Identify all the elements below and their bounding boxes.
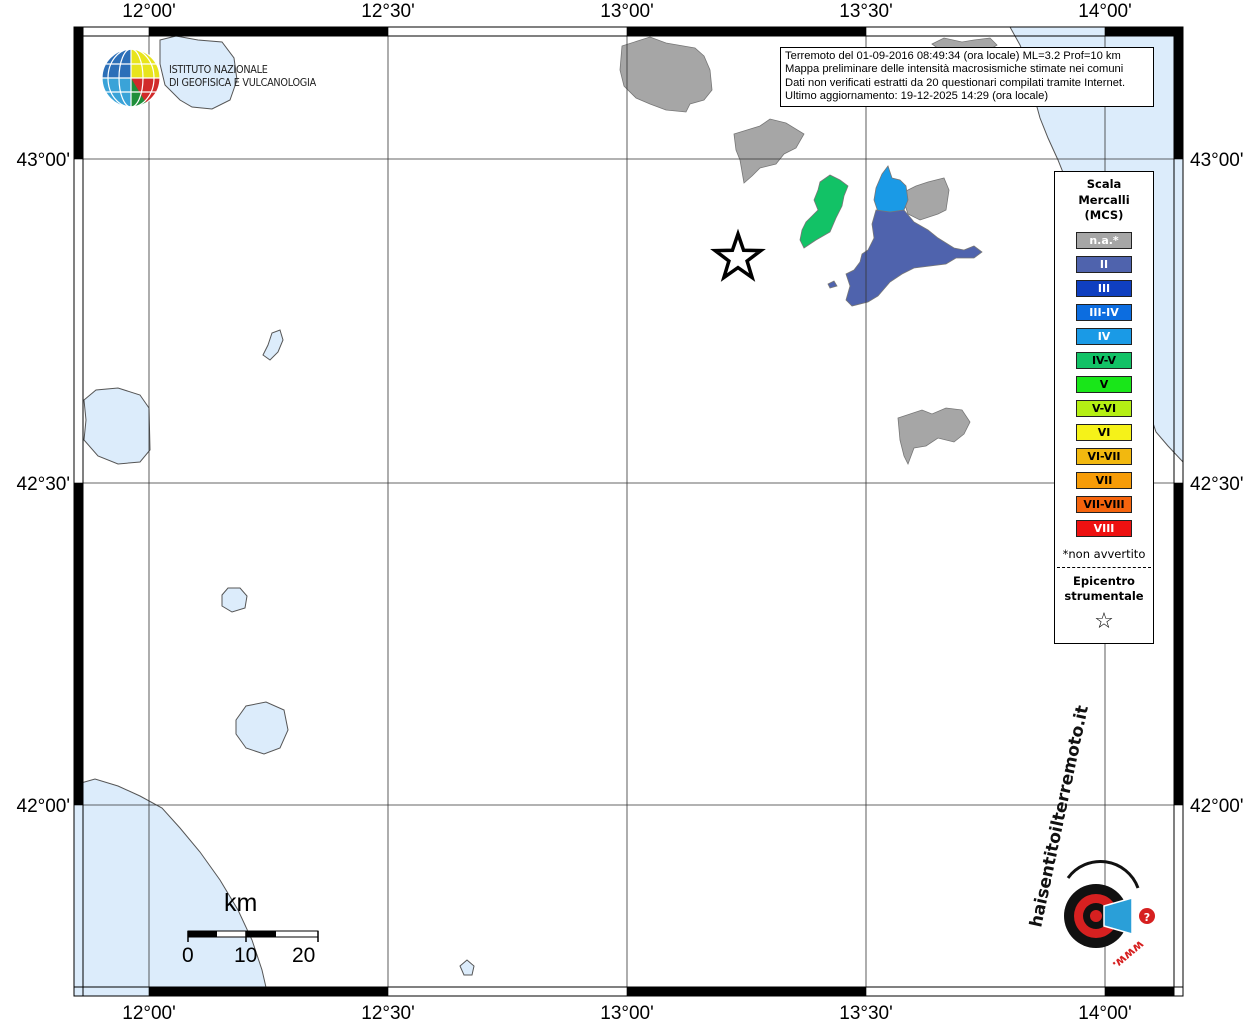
lat-labels-left: 43°00' 42°30' 42°00' [17,150,71,817]
scale-label-20: 20 [292,944,316,967]
info-line-1: Terremoto del 01-09-2016 08:49:34 (ora l… [785,50,1121,62]
legend-epicenter-line-1: Epicentro [1073,573,1135,588]
lon-label-top-3: 13°00' [600,1,654,22]
ingv-logo-text: ISTITUTO NAZIONALE DI GEOFISICA E VULCAN… [169,64,316,90]
legend-title-line-1: Scala [1086,177,1122,191]
map-area [74,27,1183,996]
lake-small-2 [221,587,248,613]
lon-label-bottom-5: 14°00' [1078,1003,1132,1024]
legend-separator [1057,566,1151,568]
legend-swatch: VII [1076,471,1132,489]
mcs-legend: Scala Mercalli (MCS) n.a.* II III III-IV IV I… [1054,171,1154,644]
lat-label-left-3: 42°00' [17,796,71,817]
lon-label-bottom-3: 13°00' [600,1003,654,1024]
legend-swatch: IV [1076,327,1132,345]
scale-label-0: 0 [182,944,194,967]
legend-swatch: V [1076,375,1132,393]
ingv-line-2: DI GEOFISICA E VULCANOLOGIA [169,77,316,89]
lon-label-top-5: 14°00' [1078,1,1132,22]
ingv-line-1: ISTITUTO NAZIONALE [169,64,268,76]
lon-label-top-1: 12°00' [122,1,176,22]
legend-swatch: VII-VIII [1076,495,1132,513]
svg-text:?: ? [1144,911,1150,924]
lon-label-top-2: 12°30' [361,1,415,22]
lat-labels-right: 43°00' 42°30' 42°00' [1190,150,1244,817]
legend-swatch: III-IV [1076,303,1132,321]
scale-label-10: 10 [234,944,258,967]
lat-label-right-2: 42°30' [1190,474,1244,495]
legend-epicenter-line-2: strumentale [1064,589,1144,603]
legend-title-line-3: (MCS) [1084,208,1124,222]
lat-label-right-1: 43°00' [1190,150,1244,171]
legend-swatch: VI-VII [1076,447,1132,465]
lon-label-bottom-2: 12°30' [361,1003,415,1024]
info-line-3: Dati non verificati estratti da 20 quest… [785,76,1126,89]
legend-swatch: II [1076,255,1132,273]
legend-swatch: n.a.* [1076,231,1132,249]
legend-na-note: *non avvertito [1062,546,1146,561]
info-line-4: Ultimo aggiornamento: 19-12-2025 14:29 (… [785,90,1049,103]
lat-label-right-3: 42°00' [1190,796,1244,817]
legend-star-icon: ☆ [1094,608,1114,634]
lat-label-left-2: 42°30' [17,474,71,495]
event-info-box: Terremoto del 01-09-2016 08:49:34 (ora l… [780,47,1154,107]
legend-swatch: IV-V [1076,351,1132,369]
legend-swatch: VIII [1076,519,1132,537]
legend-epicenter-title: Epicentro strumentale [1055,574,1153,605]
legend-swatch: V-VI [1076,399,1132,417]
lon-label-top-4: 13°30' [839,1,893,22]
lon-label-bottom-1: 12°00' [122,1003,176,1024]
legend-swatch: VI [1076,423,1132,441]
legend-swatches: n.a.* II III III-IV IV IV-V V V-VI VI VI-VII VII VI… [1055,231,1153,537]
info-line-2: Mappa preliminare delle intensità macros… [785,63,1124,76]
ingv-logo-icon [101,48,161,108]
scale-unit: km [224,889,258,917]
lat-label-left-1: 43°00' [17,150,71,171]
legend-title-line-2: Mercalli [1078,192,1130,207]
lon-label-bottom-4: 13°30' [839,1003,893,1024]
legend-title: Scala Mercalli (MCS) [1055,177,1153,224]
legend-swatch: III [1076,279,1132,297]
